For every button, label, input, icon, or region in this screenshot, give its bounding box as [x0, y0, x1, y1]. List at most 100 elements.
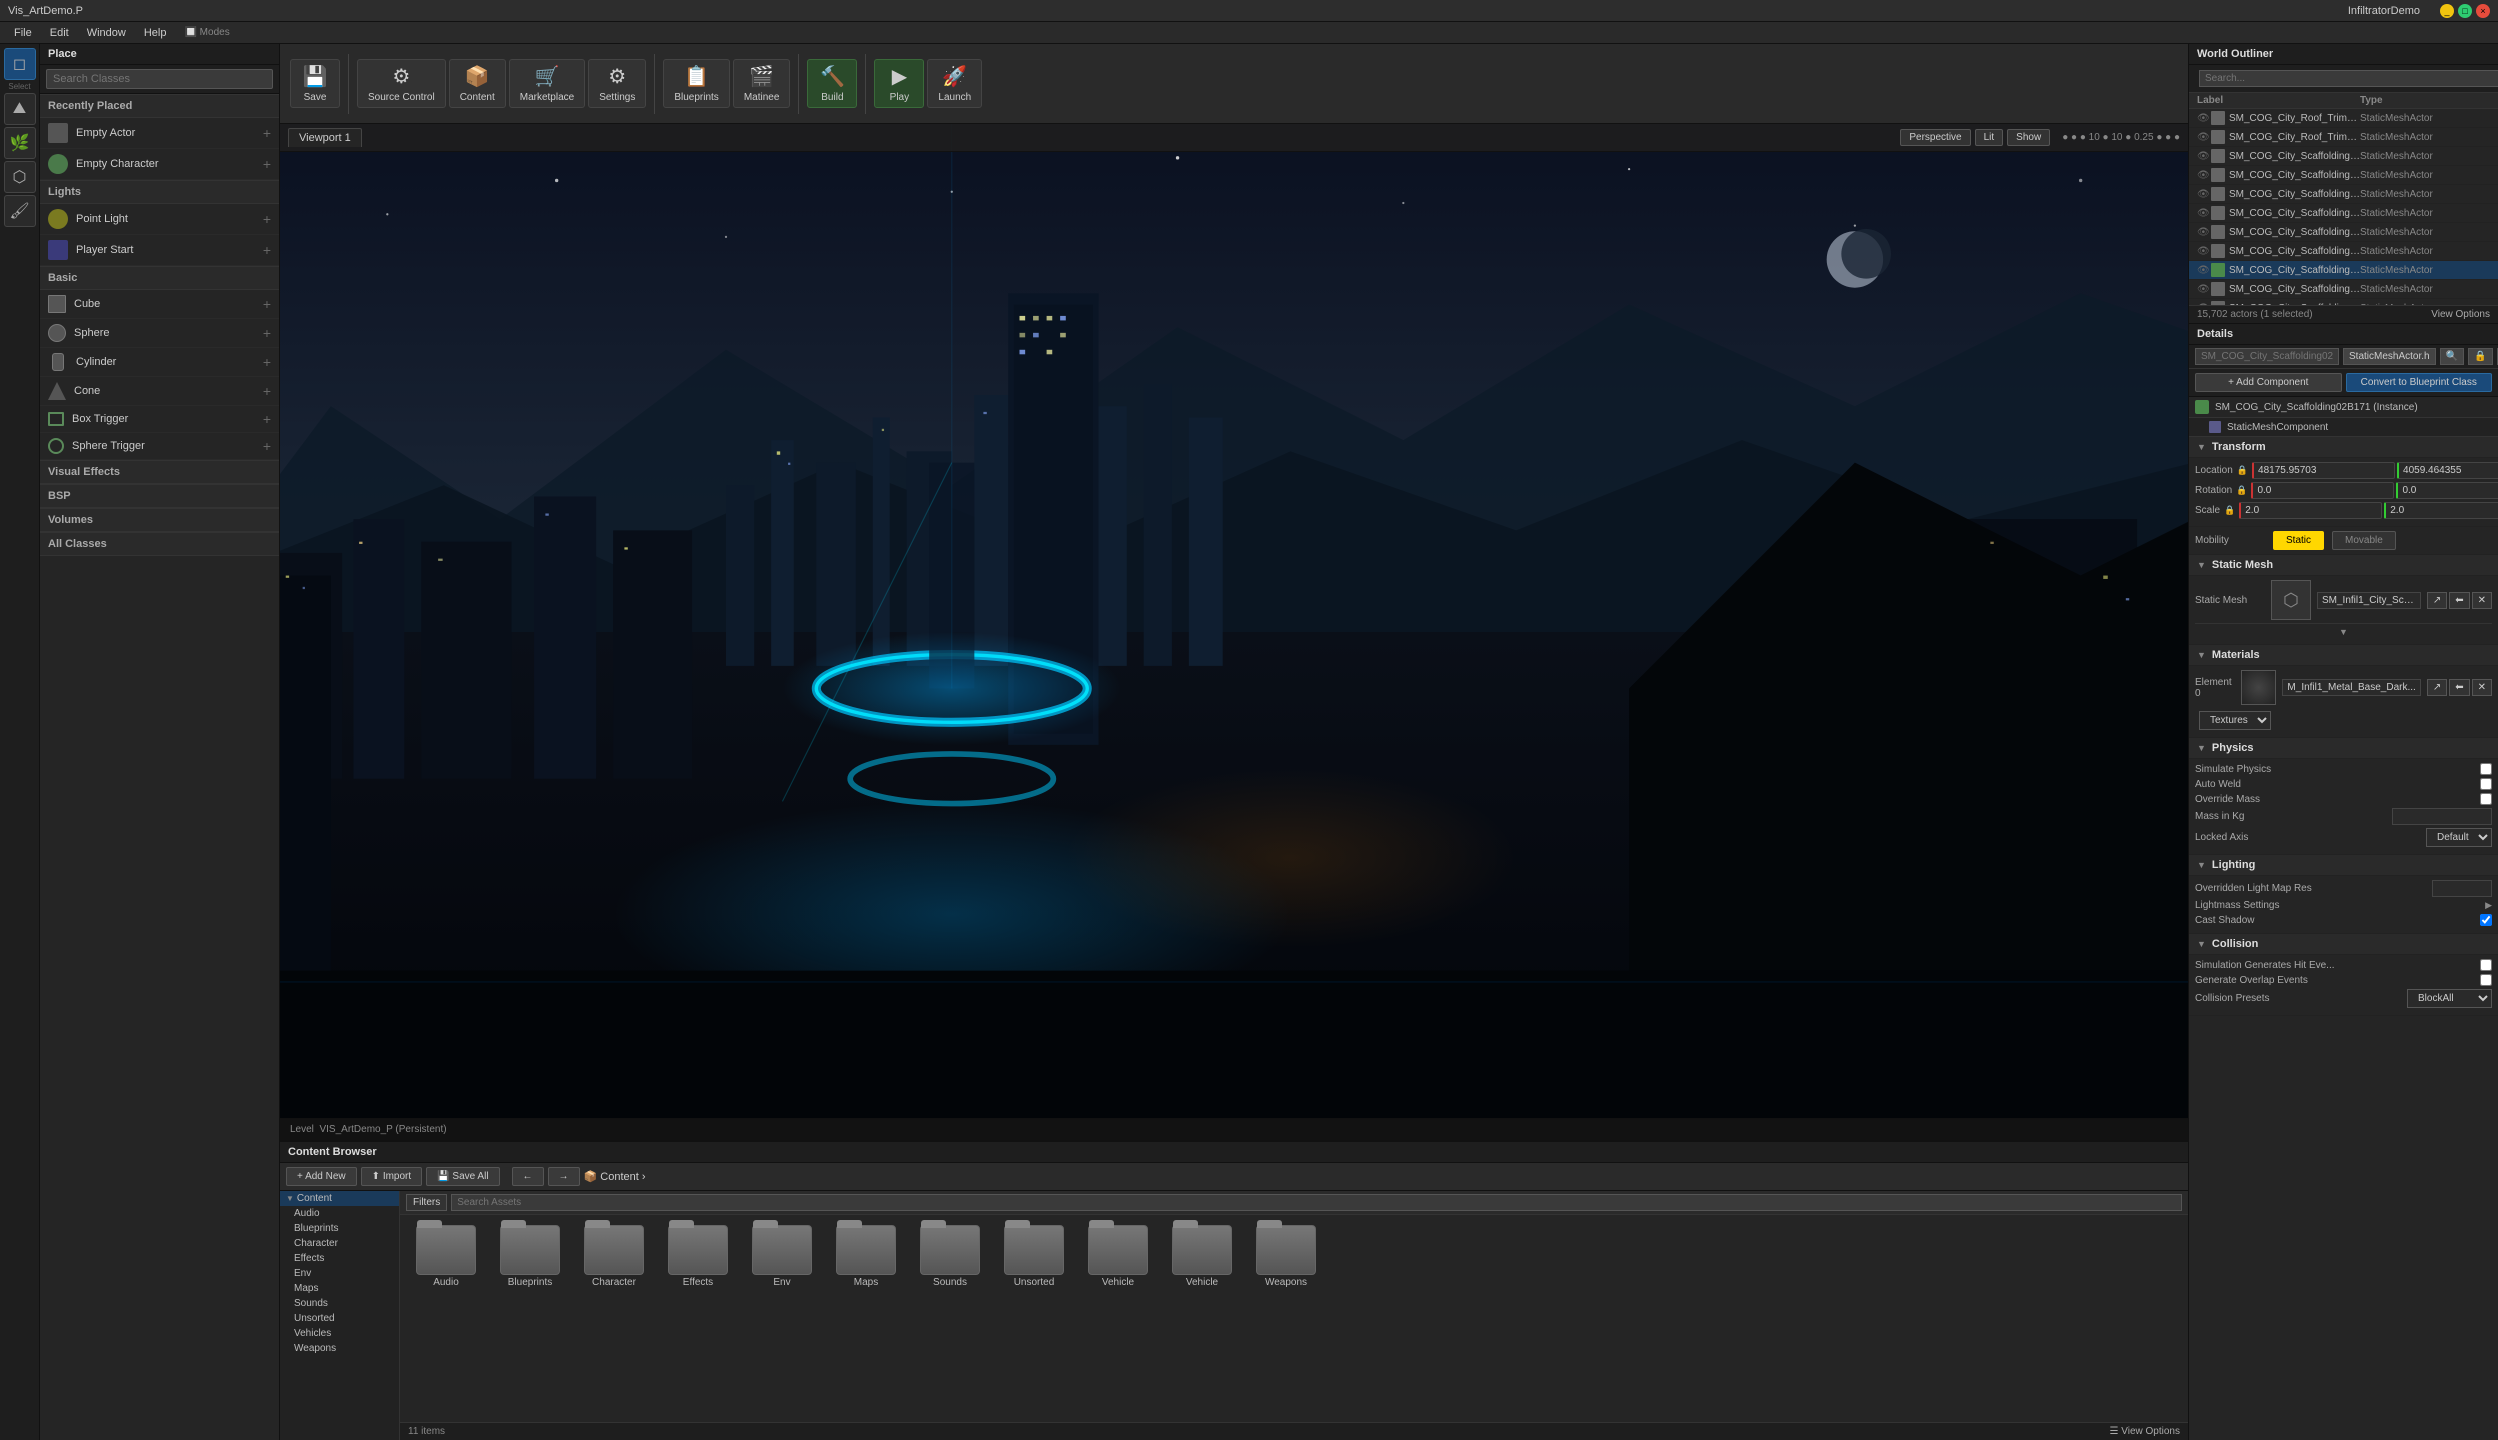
viewport-scene[interactable] [280, 124, 2188, 1140]
cast-shadow-checkbox[interactable] [2480, 914, 2492, 926]
viewport-tab[interactable]: Viewport 1 [288, 128, 362, 147]
place-item-cylinder[interactable]: Cylinder + [40, 348, 279, 377]
rotation-x-input[interactable] [2251, 482, 2394, 499]
place-item-cube[interactable]: Cube + [40, 290, 279, 319]
matinee-btn[interactable]: 🎬 Matinee [733, 59, 791, 108]
category-all-classes[interactable]: All Classes [40, 532, 279, 556]
place-item-empty-actor[interactable]: Empty Actor + [40, 118, 279, 149]
mesh-find-btn[interactable]: ⬅ [2449, 592, 2469, 609]
search-classes-input[interactable] [46, 69, 273, 89]
folder-env[interactable]: Env [742, 1221, 822, 1292]
folder-audio[interactable]: Audio [406, 1221, 486, 1292]
mobility-static-btn[interactable]: Static [2273, 531, 2324, 550]
tree-item-content[interactable]: ▼ Content [280, 1191, 399, 1206]
mode-geometry-btn[interactable]: ⬡ [4, 161, 36, 193]
outliner-row-3[interactable]: 👁 SM_COG_City_Scaffolding02B458 StaticMe… [2189, 166, 2498, 185]
show-btn[interactable]: Show [2007, 129, 2050, 146]
menu-window[interactable]: Window [79, 25, 134, 41]
import-btn[interactable]: ⬆ Import [361, 1167, 423, 1186]
place-item-cone[interactable]: Cone + [40, 377, 279, 406]
mode-landscape-btn[interactable]: ⛰ [4, 93, 36, 125]
folder-vehicle[interactable]: Vehicle [1078, 1221, 1158, 1292]
material-find-btn[interactable]: ⬅ [2449, 679, 2469, 696]
tree-item-maps[interactable]: Maps [280, 1281, 399, 1296]
folder-character[interactable]: Character [574, 1221, 654, 1292]
place-item-point-light[interactable]: Point Light + [40, 204, 279, 235]
scale-x-input[interactable] [2239, 502, 2382, 519]
mode-select-btn[interactable]: ◻ [4, 48, 36, 80]
nav-back-btn[interactable]: ← [512, 1167, 544, 1186]
place-item-player-start[interactable]: Player Start + [40, 235, 279, 266]
outliner-row-0[interactable]: 👁 SM_COG_City_Roof_Trim_VarB_Middle419 S… [2189, 109, 2498, 128]
outliner-row-1[interactable]: 👁 SM_COG_City_Roof_Trim_VarB_Middle420 S… [2189, 128, 2498, 147]
build-btn[interactable]: 🔨 Build [807, 59, 857, 108]
view-options-link[interactable]: View Options [2431, 309, 2490, 320]
details-lock-btn[interactable]: 🔒 [2468, 348, 2492, 365]
marketplace-btn[interactable]: 🛒 Marketplace [509, 59, 585, 108]
content-btn[interactable]: 📦 Content [449, 59, 506, 108]
outliner-row-9[interactable]: 👁 SM_COG_City_Scaffolding02B172 StaticMe… [2189, 280, 2498, 299]
category-visual-effects[interactable]: Visual Effects [40, 460, 279, 484]
outliner-row-6[interactable]: 👁 SM_COG_City_Scaffolding02169 StaticMes… [2189, 223, 2498, 242]
lighting-section-header[interactable]: ▼ Lighting [2189, 855, 2498, 876]
rotation-y-input[interactable] [2396, 482, 2498, 499]
add-component-btn[interactable]: + Add Component [2195, 373, 2342, 392]
menu-edit[interactable]: Edit [42, 25, 77, 41]
mesh-expand-row[interactable]: ▼ [2195, 623, 2492, 640]
material-browse-btn[interactable]: ↗ [2427, 679, 2447, 696]
collision-presets-dropdown[interactable]: BlockAll NoCollision OverlapAll [2407, 989, 2492, 1008]
folder-sounds[interactable]: Sounds [910, 1221, 990, 1292]
nav-forward-btn[interactable]: → [548, 1167, 580, 1186]
folder-unsorted[interactable]: Unsorted [994, 1221, 1074, 1292]
folder-effects[interactable]: Effects [658, 1221, 738, 1292]
tree-item-blueprints[interactable]: Blueprints [280, 1221, 399, 1236]
place-item-box-trigger[interactable]: Box Trigger + [40, 406, 279, 433]
material-clear-btn[interactable]: ✕ [2472, 679, 2492, 696]
tree-item-audio[interactable]: Audio [280, 1206, 399, 1221]
location-y-input[interactable] [2397, 462, 2498, 479]
place-item-sphere-trigger[interactable]: Sphere Trigger + [40, 433, 279, 460]
tree-item-effects[interactable]: Effects [280, 1251, 399, 1266]
materials-section-header[interactable]: ▼ Materials [2189, 645, 2498, 666]
tree-item-sounds[interactable]: Sounds [280, 1296, 399, 1311]
blueprints-btn[interactable]: 📋 Blueprints [663, 59, 729, 108]
tree-item-env[interactable]: Env [280, 1266, 399, 1281]
mesh-browse-btn[interactable]: ↗ [2427, 592, 2447, 609]
outliner-row-2[interactable]: 👁 SM_COG_City_Scaffolding02B457 StaticMe… [2189, 147, 2498, 166]
simulate-physics-checkbox[interactable] [2480, 763, 2492, 775]
launch-btn[interactable]: 🚀 Launch [927, 59, 982, 108]
save-all-btn[interactable]: 💾 Save All [426, 1167, 499, 1186]
play-btn[interactable]: ▶ Play [874, 59, 924, 108]
outliner-row-5[interactable]: 👁 SM_COG_City_Scaffolding02168 StaticMes… [2189, 204, 2498, 223]
folder-weapons[interactable]: Weapons [1246, 1221, 1326, 1292]
auto-weld-checkbox[interactable] [2480, 778, 2492, 790]
convert-blueprint-btn[interactable]: Convert to Blueprint Class [2346, 373, 2493, 392]
outliner-row-7[interactable]: 👁 SM_COG_City_Scaffolding02170 StaticMes… [2189, 242, 2498, 261]
details-class-btn[interactable]: StaticMeshActor.h [2343, 348, 2436, 365]
maximize-btn[interactable]: □ [2458, 4, 2472, 18]
menu-help[interactable]: Help [136, 25, 175, 41]
category-volumes[interactable]: Volumes [40, 508, 279, 532]
tree-item-vehicles[interactable]: Vehicles [280, 1326, 399, 1341]
category-lights[interactable]: Lights [40, 180, 279, 204]
mesh-clear-btn[interactable]: ✕ [2472, 592, 2492, 609]
static-mesh-section-header[interactable]: ▼ Static Mesh [2189, 555, 2498, 576]
location-x-input[interactable] [2252, 462, 2395, 479]
tree-item-character[interactable]: Character [280, 1236, 399, 1251]
place-item-sphere[interactable]: Sphere + [40, 319, 279, 348]
folder-maps[interactable]: Maps [826, 1221, 906, 1292]
tree-item-unsorted[interactable]: Unsorted [280, 1311, 399, 1326]
close-btn[interactable]: × [2476, 4, 2490, 18]
place-item-empty-character[interactable]: Empty Character + [40, 149, 279, 180]
category-basic[interactable]: Basic [40, 266, 279, 290]
physics-section-header[interactable]: ▼ Physics [2189, 738, 2498, 759]
save-btn[interactable]: 💾 Save [290, 59, 340, 108]
locked-axis-dropdown[interactable]: Default X Y Z [2426, 828, 2492, 847]
lightmass-settings-row[interactable]: Lightmass Settings ▶ [2195, 900, 2492, 911]
mode-paint-btn[interactable]: 🖌 [4, 195, 36, 227]
settings-btn[interactable]: ⚙ Settings [588, 59, 646, 108]
details-actor-name-input[interactable] [2195, 348, 2339, 365]
perspective-btn[interactable]: Perspective [1900, 129, 1970, 146]
transform-section-header[interactable]: ▼ Transform [2189, 437, 2498, 458]
content-view-options[interactable]: ☰ View Options [2110, 1426, 2181, 1437]
